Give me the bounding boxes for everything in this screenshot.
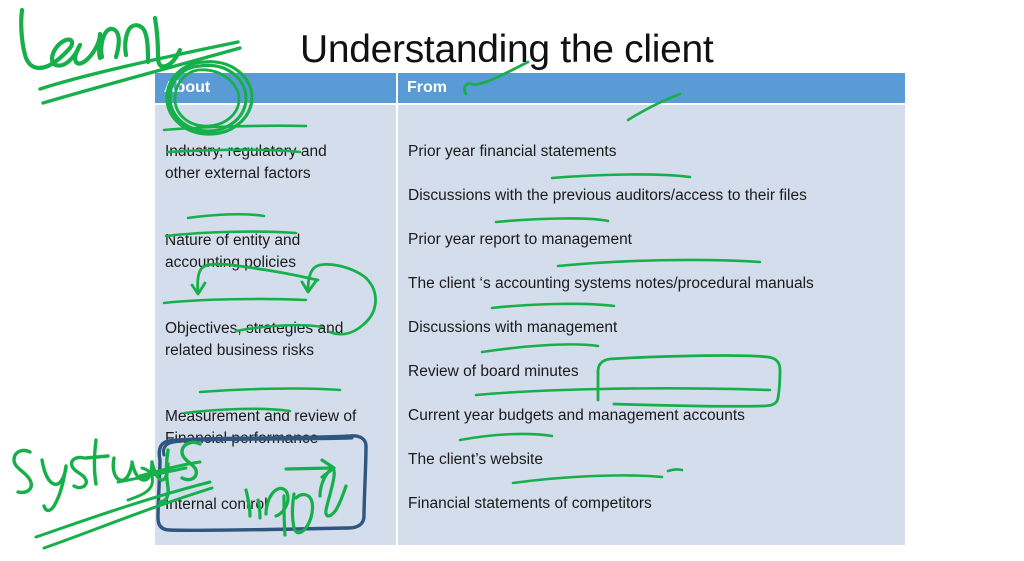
table-body: Industry, regulatory and other external f… xyxy=(155,105,905,545)
from-item-9: Financial statements of competitors xyxy=(408,495,652,512)
from-item-5: Discussions with management xyxy=(408,319,618,336)
from-item-1: Prior year financial statements xyxy=(408,143,617,160)
page-title: Understanding the client xyxy=(300,28,714,71)
about-item-4: Measurement and review of Financial perfo… xyxy=(165,408,357,447)
from-item-2: Discussions with the previous auditors/a… xyxy=(408,187,807,204)
about-item-5: Internal control xyxy=(165,496,268,513)
from-item-6: Review of board minutes xyxy=(408,363,579,380)
about-column-cell: Industry, regulatory and other external f… xyxy=(155,105,396,545)
about-item-1: Industry, regulatory and other external f… xyxy=(165,143,327,182)
column-header-about: About xyxy=(155,73,396,103)
about-item-3: Objectives, strategies and related busine… xyxy=(165,320,344,359)
column-header-from: From xyxy=(398,73,905,103)
table-header-row: About From xyxy=(155,73,905,103)
from-item-8: The client’s website xyxy=(408,451,543,468)
from-column-cell: Prior year financial statements Discussi… xyxy=(398,105,905,545)
from-item-4: The client ‘s accounting systems notes/p… xyxy=(408,275,814,292)
from-item-3: Prior year report to management xyxy=(408,231,632,248)
understanding-client-table: About From Industry, regulatory and other… xyxy=(155,73,905,545)
slide-canvas: Understanding the client About From Indu… xyxy=(0,0,1024,561)
from-item-7: Current year budgets and management acco… xyxy=(408,407,745,424)
about-item-2: Nature of entity and accounting policies xyxy=(165,232,301,271)
